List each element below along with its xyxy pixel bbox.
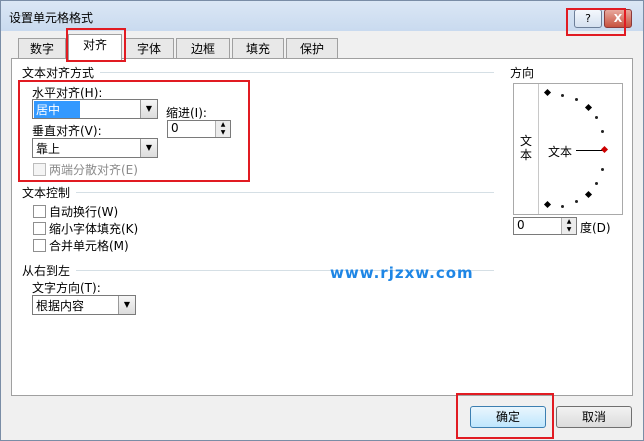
tab-font[interactable]: 字体 <box>124 38 174 59</box>
help-button[interactable]: ? <box>574 9 602 28</box>
close-button[interactable]: X <box>604 9 632 28</box>
tab-fill[interactable]: 填充 <box>232 38 284 59</box>
window-title: 设置单元格格式 <box>9 11 94 25</box>
tab-protection[interactable]: 保护 <box>286 38 338 59</box>
tab-alignment[interactable]: 对齐 <box>68 34 122 60</box>
tab-number[interactable]: 数字 <box>18 38 66 59</box>
title-bar: 设置单元格格式 ? X <box>1 1 643 31</box>
alignment-panel <box>11 58 633 396</box>
tab-border[interactable]: 边框 <box>176 38 230 59</box>
